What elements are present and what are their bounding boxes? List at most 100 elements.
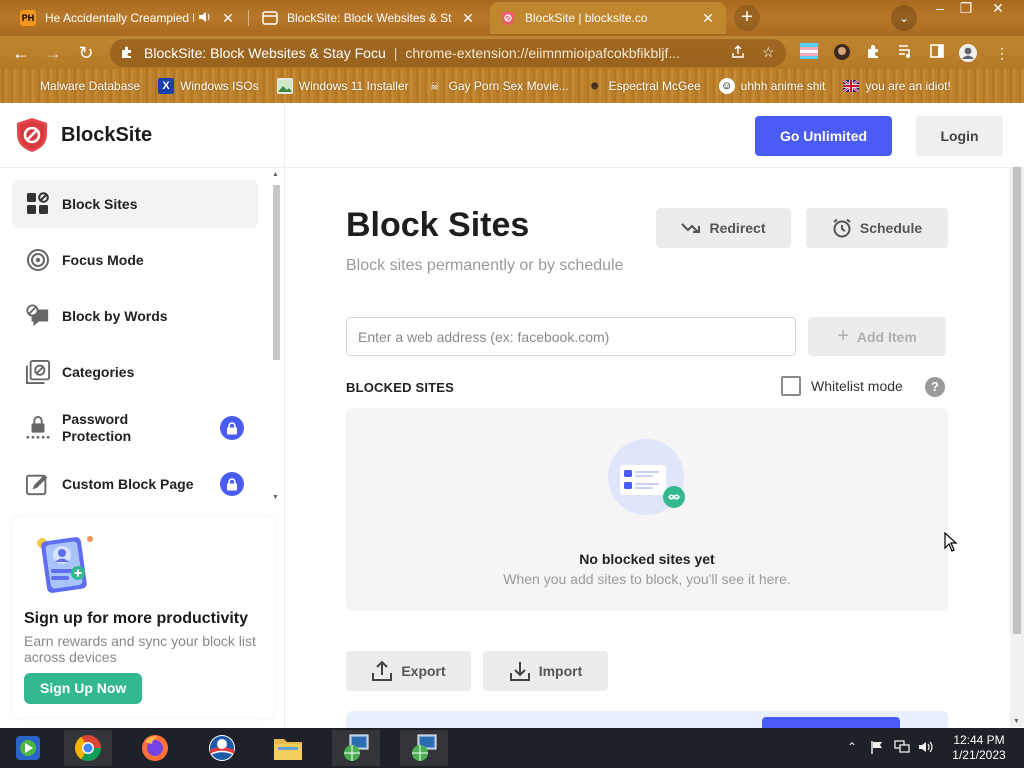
- add-item-button[interactable]: + Add Item: [808, 317, 946, 356]
- sidebar-item-block-sites[interactable]: Block Sites: [12, 180, 258, 228]
- system-clock[interactable]: 12:44 PM 1/21/2023: [944, 733, 1014, 763]
- volume-icon[interactable]: [918, 740, 934, 757]
- header-divider: [286, 167, 1024, 168]
- web-address-input[interactable]: [346, 317, 796, 356]
- windows-media-icon[interactable]: [4, 730, 52, 766]
- bookmark-item[interactable]: ☻ Espectral McGee: [587, 78, 701, 94]
- network-icon[interactable]: [332, 730, 380, 766]
- rewards-illustration-icon: [37, 536, 93, 593]
- redirect-button[interactable]: Redirect: [656, 208, 791, 248]
- pride-flag-extension-icon[interactable]: [799, 43, 819, 63]
- share-icon[interactable]: [730, 44, 746, 63]
- tab-1[interactable]: PH He Accidentally Creampied h ✕: [10, 2, 246, 34]
- tab-3-active[interactable]: BlockSite | blocksite.co ✕: [490, 2, 726, 34]
- grid-blocks-icon: [26, 192, 50, 216]
- download-icon: [509, 660, 531, 682]
- brand-logo[interactable]: BlockSite: [14, 117, 152, 153]
- network-status-icon[interactable]: [894, 740, 910, 757]
- sidebar-item-label: Focus Mode: [62, 251, 144, 268]
- speech-block-icon: [26, 304, 50, 328]
- address-bar[interactable]: BlockSite: Block Websites & Stay Focu | …: [110, 39, 786, 67]
- scroll-up-arrow-icon[interactable]: ▲: [272, 171, 279, 178]
- close-icon[interactable]: ✕: [460, 10, 476, 27]
- scroll-down-arrow-icon[interactable]: ▼: [1013, 718, 1020, 725]
- file-explorer-icon[interactable]: [264, 730, 312, 766]
- import-button[interactable]: Import: [483, 651, 608, 691]
- tab-search-button[interactable]: ⌄: [891, 5, 917, 31]
- sidebar-item-block-by-words[interactable]: Block by Words: [12, 288, 258, 344]
- blocksite-icon: [262, 10, 278, 26]
- page-scrollbar[interactable]: ▼: [1010, 167, 1024, 727]
- profile-icon[interactable]: [958, 43, 978, 63]
- clock-time: 12:44 PM: [953, 733, 1005, 747]
- schedule-button[interactable]: Schedule: [806, 208, 948, 248]
- restore-button[interactable]: ❐: [951, 0, 981, 18]
- whitelist-mode-toggle[interactable]: Whitelist mode: [781, 376, 903, 396]
- tray-expand-icon[interactable]: ⌃: [847, 740, 857, 754]
- blocked-sites-heading: BLOCKED SITES: [346, 380, 455, 395]
- import-label: Import: [538, 663, 583, 679]
- back-button[interactable]: ←: [8, 40, 34, 66]
- tab-favicon: PH: [20, 10, 36, 26]
- export-label: Export: [401, 663, 446, 679]
- lock-icon: [220, 472, 244, 496]
- bookmark-label: uhhh anime shit: [740, 79, 826, 93]
- page-subtitle: Block sites permanently or by schedule: [346, 257, 624, 274]
- bookmark-item[interactable]: you are an idiot!: [843, 78, 951, 94]
- chrome-icon[interactable]: [64, 730, 112, 766]
- tab-separator: [248, 10, 249, 26]
- firefox-icon[interactable]: [131, 730, 179, 766]
- blocked-sites-list: No blocked sites yet When you add sites …: [346, 408, 948, 611]
- speaker-icon[interactable]: [198, 10, 212, 27]
- whitelist-checkbox[interactable]: [781, 376, 801, 396]
- export-button[interactable]: Export: [346, 651, 471, 691]
- action-center-flag-icon[interactable]: [870, 740, 884, 757]
- schedule-label: Schedule: [859, 220, 923, 236]
- puzzle-icon[interactable]: [864, 43, 884, 63]
- bookmark-item[interactable]: Windows 11 Installer: [276, 78, 409, 94]
- window-close-button[interactable]: ✕: [983, 0, 1013, 18]
- scrollbar-thumb[interactable]: [273, 185, 280, 360]
- kebab-menu-icon[interactable]: ⋮: [992, 43, 1012, 63]
- tab-2[interactable]: BlockSite: Block Websites & Stay F ✕: [252, 2, 486, 34]
- star-icon[interactable]: ☆: [762, 44, 775, 61]
- reload-button[interactable]: ↻: [73, 40, 99, 66]
- empty-list-illustration-icon: [608, 439, 685, 515]
- mouse-cursor-icon: [944, 532, 958, 552]
- page-title: Block Sites: [346, 206, 530, 244]
- face-icon: ☻: [588, 80, 601, 92]
- scroll-down-arrow-icon[interactable]: ▼: [272, 494, 279, 501]
- obama-icon[interactable]: [198, 730, 246, 766]
- media-control-icon[interactable]: [895, 43, 915, 63]
- sidebar-item-custom-block-page[interactable]: Custom Block Page: [12, 456, 258, 512]
- sidebar-scrollbar[interactable]: ▲ ▼: [270, 171, 282, 501]
- sidebar-item-categories[interactable]: Categories: [12, 344, 258, 400]
- site-name: BlockSite: Block Websites & Stay Focu: [144, 45, 386, 61]
- sidebar-item-password-protection[interactable]: Password Protection: [12, 400, 258, 456]
- bookmark-item[interactable]: ☠ Gay Porn Sex Movie...: [427, 78, 569, 94]
- empty-state-title: No blocked sites yet: [579, 551, 715, 567]
- sidebar-item-focus-mode[interactable]: Focus Mode: [12, 232, 258, 288]
- go-unlimited-button[interactable]: Go Unlimited: [755, 116, 892, 156]
- bookmark-label: Windows ISOs: [180, 79, 259, 93]
- sidebar-divider: [0, 167, 285, 168]
- sign-up-button[interactable]: Sign Up Now: [24, 673, 143, 704]
- side-panel-icon[interactable]: [927, 43, 947, 63]
- whitelist-label: Whitelist mode: [811, 378, 903, 394]
- close-icon[interactable]: ✕: [220, 10, 236, 27]
- login-button[interactable]: Login: [916, 116, 1003, 156]
- new-tab-button[interactable]: +: [734, 5, 760, 31]
- sidebar-item-label: Custom Block Page: [62, 475, 194, 492]
- bookmark-item[interactable]: ☺ uhhh anime shit: [718, 78, 826, 94]
- forward-button[interactable]: →: [40, 40, 66, 66]
- avatar-extension-icon[interactable]: [832, 43, 852, 63]
- bookmark-item[interactable]: Malware Database: [18, 78, 140, 94]
- network-icon[interactable]: [400, 730, 448, 766]
- scrollbar-thumb[interactable]: [1013, 167, 1021, 634]
- bookmark-item[interactable]: X Windows ISOs: [158, 78, 259, 94]
- sidebar-item-label: Block Sites: [62, 195, 138, 212]
- url-text: chrome-extension://eiimnmioipafcokbfikbl…: [405, 45, 681, 61]
- tab-title: He Accidentally Creampied h: [45, 11, 194, 25]
- help-icon[interactable]: ?: [925, 377, 945, 397]
- close-icon[interactable]: ✕: [700, 10, 716, 27]
